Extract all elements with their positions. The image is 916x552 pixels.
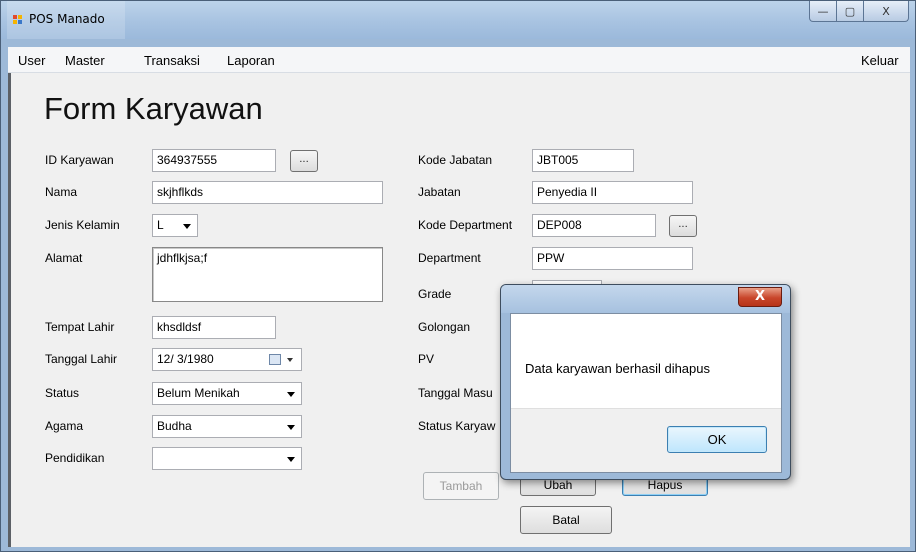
tanggal-masuk-label: Tanggal Masu [418, 386, 493, 400]
status-dropdown[interactable]: Belum Menikah [152, 382, 302, 405]
maximize-icon: ▢ [844, 4, 856, 18]
tambah-button[interactable]: Tambah [423, 472, 499, 500]
menu-laporan[interactable]: Laporan [227, 53, 275, 68]
id-karyawan-label: ID Karyawan [45, 153, 114, 167]
menu-bar: User Master Transaksi Laporan Keluar [8, 47, 910, 73]
chevron-down-icon [183, 224, 191, 229]
status-label: Status [45, 386, 80, 400]
jabatan-field[interactable]: Penyedia II [532, 181, 693, 204]
agama-dropdown[interactable]: Budha [152, 415, 302, 438]
tempat-lahir-label: Tempat Lahir [45, 320, 115, 334]
ok-button[interactable]: OK [667, 426, 767, 453]
agama-value: Budha [157, 419, 192, 433]
dialog-message: Data karyawan berhasil dihapus [525, 361, 710, 376]
jabatan-label: Jabatan [418, 185, 461, 199]
batal-button[interactable]: Batal [520, 506, 612, 534]
kode-department-browse-button[interactable]: ... [669, 215, 697, 237]
page-title: Form Karyawan [44, 91, 263, 126]
caption-buttons: — ▢ X [809, 1, 909, 23]
jenis-kelamin-label: Jenis Kelamin [45, 218, 120, 232]
minimize-icon: — [817, 4, 829, 18]
menu-transaksi[interactable]: Transaksi [144, 53, 200, 68]
id-karyawan-browse-button[interactable]: ... [290, 150, 318, 172]
chevron-down-icon [287, 358, 293, 362]
menu-master[interactable]: Master [65, 53, 105, 68]
menu-keluar[interactable]: Keluar [861, 53, 899, 68]
dialog-body: Data karyawan berhasil dihapus OK [510, 313, 782, 473]
close-icon: X [882, 4, 890, 18]
window-title: POS Manado [29, 12, 105, 26]
kode-department-label: Kode Department [418, 218, 513, 232]
kode-jabatan-label: Kode Jabatan [418, 153, 493, 167]
pendidikan-dropdown[interactable] [152, 447, 302, 470]
chevron-down-icon [287, 392, 295, 397]
status-value: Belum Menikah [157, 386, 240, 400]
kode-jabatan-field[interactable]: JBT005 [532, 149, 634, 172]
tanggal-lahir-value: 12/ 3/1980 [157, 352, 214, 366]
minimize-button[interactable]: — [809, 1, 837, 22]
golongan-label: Golongan [418, 320, 471, 334]
dialog-close-button[interactable]: X [738, 287, 782, 307]
message-dialog: X Data karyawan berhasil dihapus OK [500, 284, 791, 480]
menu-user[interactable]: User [18, 53, 45, 68]
id-karyawan-field[interactable]: 364937555 [152, 149, 276, 172]
kode-department-field[interactable]: DEP008 [532, 214, 656, 237]
tanggal-lahir-datepicker[interactable]: 12/ 3/1980 [152, 348, 302, 371]
title-bar[interactable]: POS Manado — ▢ X [1, 1, 915, 39]
grade-label: Grade [418, 287, 452, 301]
calendar-icon [269, 354, 281, 365]
pv-label: PV [418, 352, 435, 366]
close-button[interactable]: X [863, 1, 909, 22]
nama-label: Nama [45, 185, 78, 199]
department-label: Department [418, 251, 481, 265]
status-karyawan-label: Status Karyaw [418, 419, 496, 433]
dialog-footer: OK [511, 408, 781, 472]
jenis-kelamin-dropdown[interactable]: L [152, 214, 198, 237]
app-icon [13, 15, 23, 25]
chevron-down-icon [287, 425, 295, 430]
alamat-field[interactable]: jdhflkjsa;f [152, 247, 383, 302]
nama-field[interactable]: skjhflkds [152, 181, 383, 204]
agama-label: Agama [45, 419, 84, 433]
tanggal-lahir-label: Tanggal Lahir [45, 352, 118, 366]
pendidikan-label: Pendidikan [45, 451, 105, 465]
maximize-button[interactable]: ▢ [836, 1, 864, 22]
jenis-kelamin-value: L [157, 218, 164, 232]
tempat-lahir-field[interactable]: khsdldsf [152, 316, 276, 339]
department-field[interactable]: PPW [532, 247, 693, 270]
dialog-title-bar[interactable]: X [501, 285, 790, 313]
chevron-down-icon [287, 457, 295, 462]
alamat-label: Alamat [45, 251, 83, 265]
close-icon: X [754, 289, 766, 304]
